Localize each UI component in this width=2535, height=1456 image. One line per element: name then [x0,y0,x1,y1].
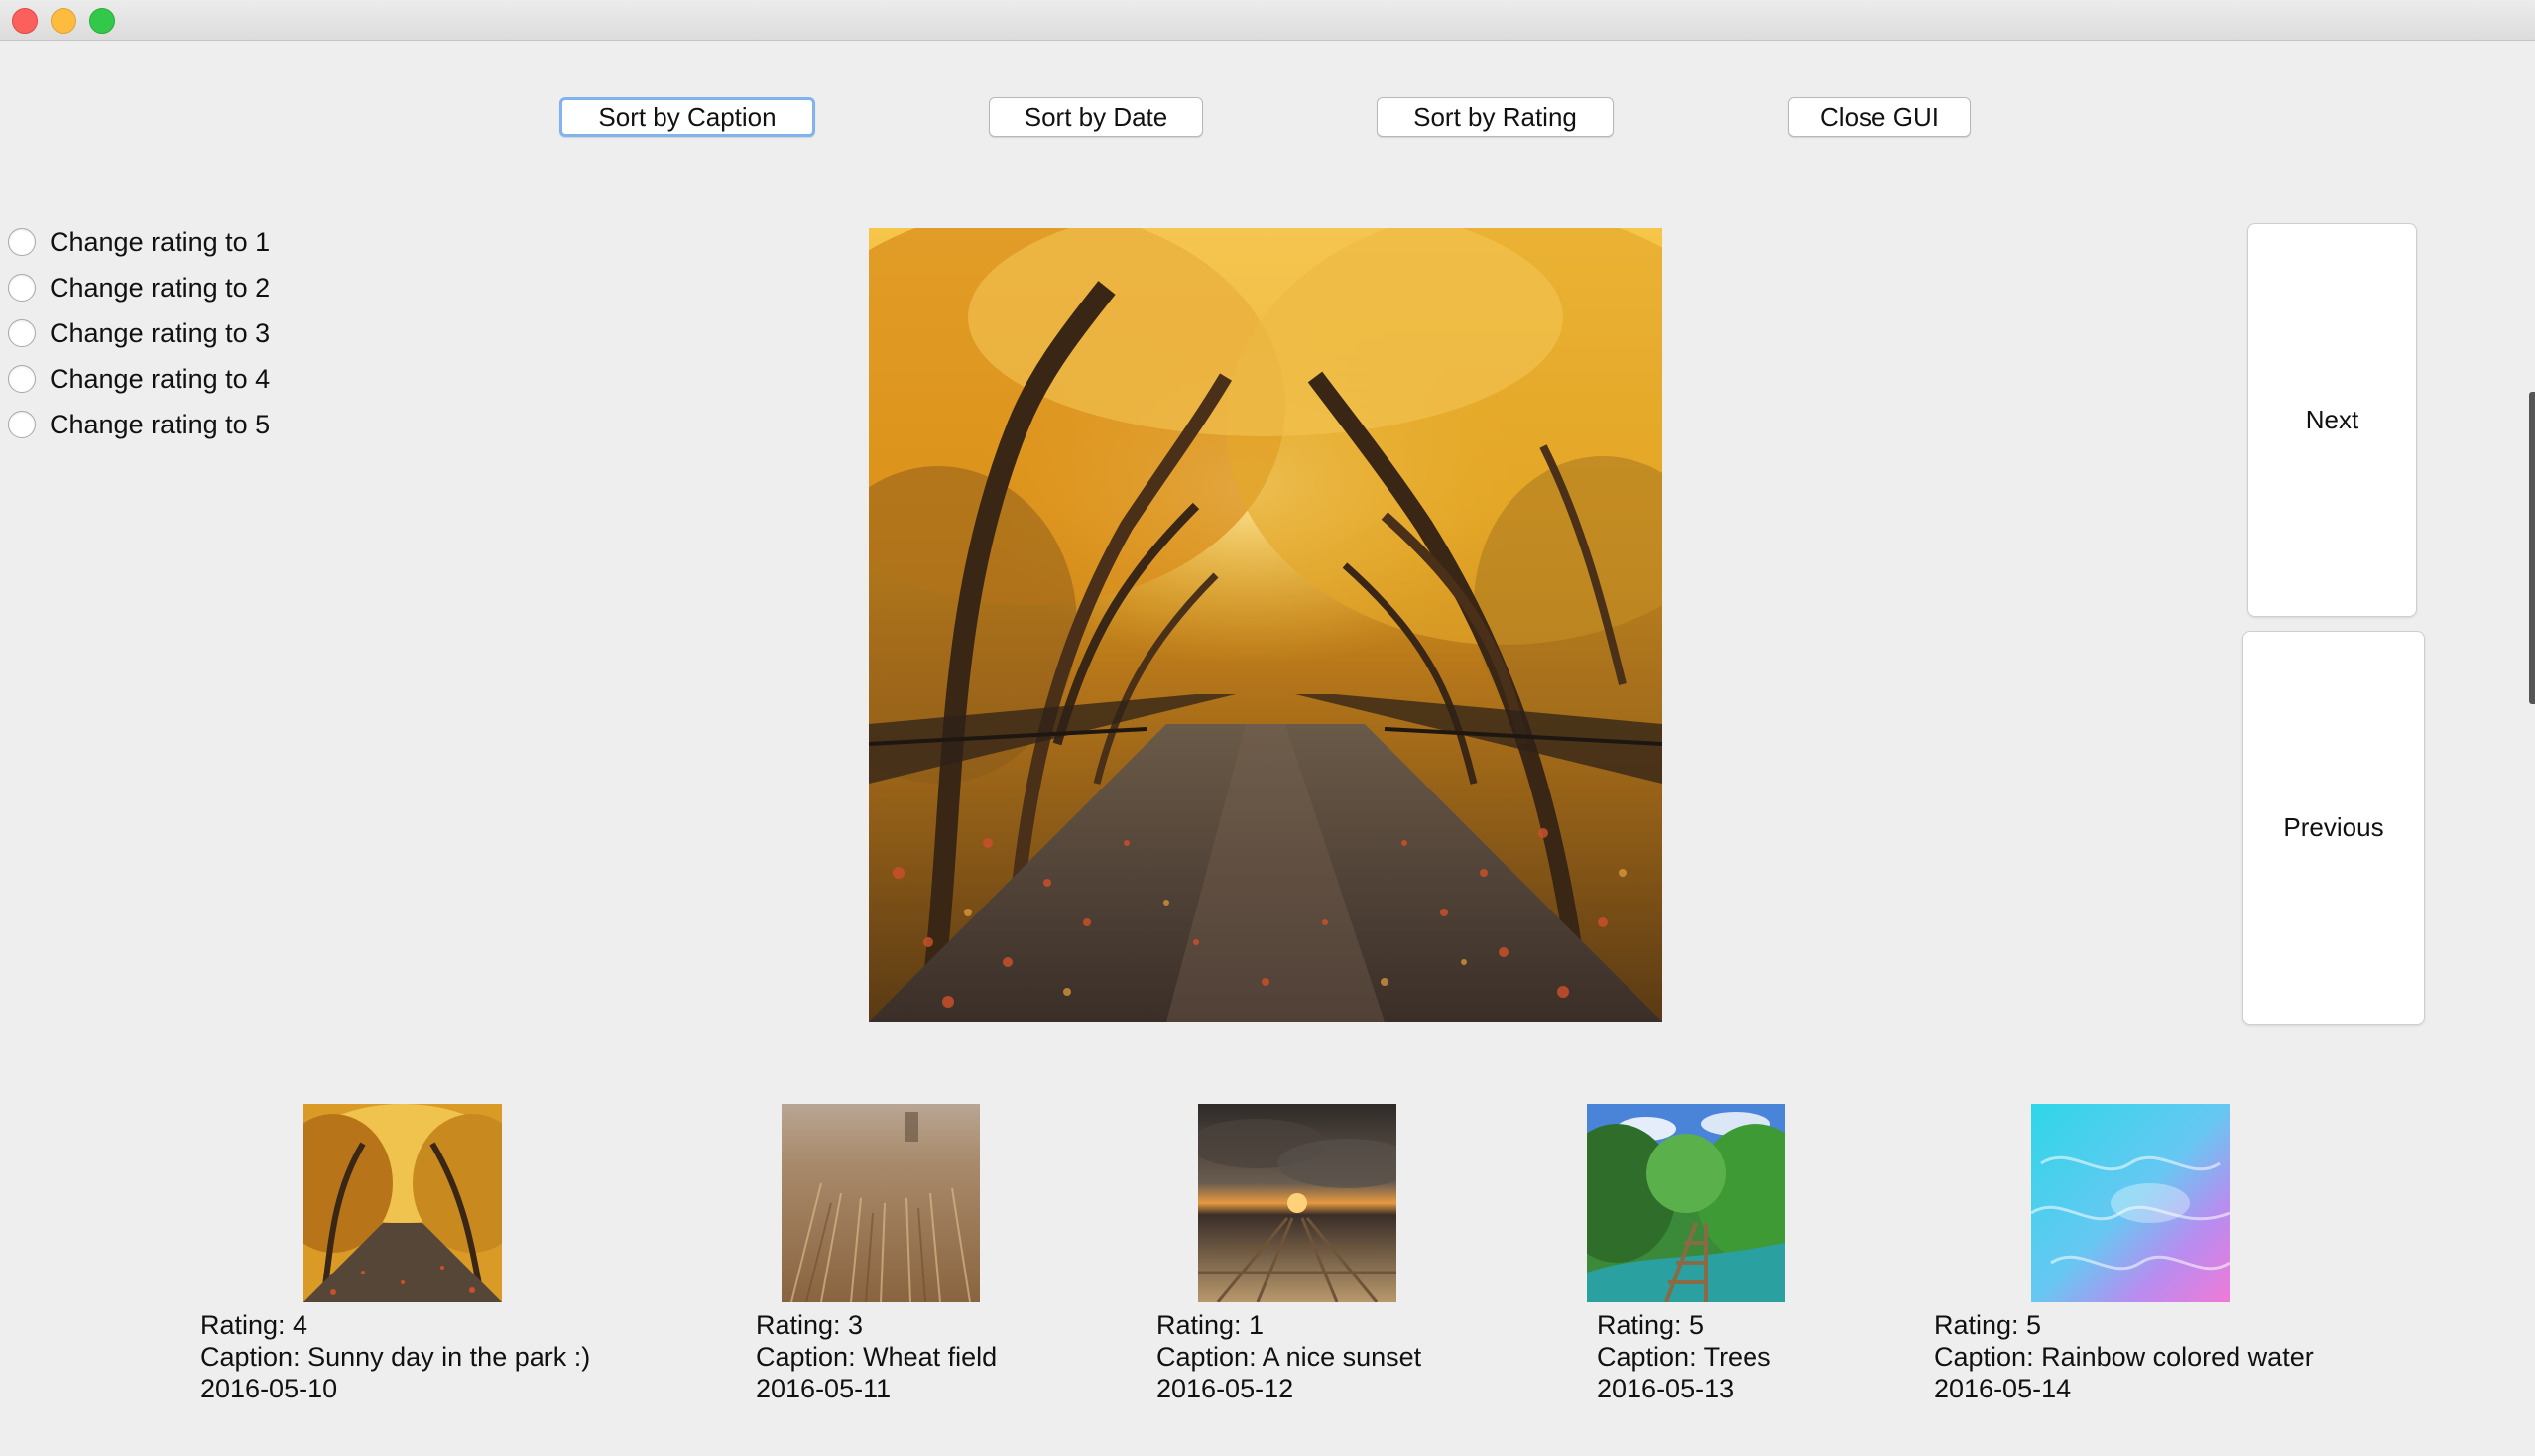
rating-radio-2[interactable]: Change rating to 2 [8,270,270,305]
rating-radio-label: Change rating to 2 [50,272,271,303]
thumbnail-2-info: Rating: 3 Caption: Wheat field 2016-05-1… [756,1309,997,1404]
trees-thumbnail [1587,1104,1785,1302]
maximize-window-icon[interactable] [89,8,115,34]
thumbnail-date: 2016-05-12 [1156,1374,1294,1403]
thumbnail-1[interactable] [303,1104,502,1302]
thumbnail-date: 2016-05-13 [1597,1374,1735,1403]
rating-radio-3[interactable]: Change rating to 3 [8,315,270,351]
thumbnail-caption: Caption: Trees [1597,1342,1771,1372]
rainbow-water-thumbnail [2031,1104,2230,1302]
thumbnail-caption: Caption: A nice sunset [1156,1342,1422,1372]
thumbnail-rating: Rating: 5 [1597,1310,1705,1340]
autumn-park-image [869,228,1662,1022]
rating-radio-1[interactable]: Change rating to 1 [8,224,270,260]
sort-by-date-button[interactable]: Sort by Date [989,97,1203,137]
minimize-window-icon[interactable] [51,8,76,34]
rating-radio-label: Change rating to 4 [50,363,271,394]
app-window: Sort by Caption Sort by Date Sort by Rat… [0,0,2535,1456]
sort-by-caption-button[interactable]: Sort by Caption [559,97,815,137]
radio-circle-icon[interactable] [8,228,36,256]
sort-by-rating-button[interactable]: Sort by Rating [1377,97,1614,137]
thumbnail-4[interactable] [1587,1104,1785,1302]
thumbnail-date: 2016-05-11 [756,1374,892,1403]
thumbnail-date: 2016-05-10 [200,1374,338,1403]
thumbnail-caption: Caption: Sunny day in the park :) [200,1342,591,1372]
thumbnail-2[interactable] [782,1104,980,1302]
thumbnail-5[interactable] [2031,1104,2230,1302]
radio-circle-icon[interactable] [8,274,36,302]
wheat-field-thumbnail [782,1104,980,1302]
title-bar [0,0,2535,41]
autumn-park-thumbnail [303,1104,502,1302]
radio-circle-icon[interactable] [8,411,36,438]
radio-circle-icon[interactable] [8,365,36,393]
main-photo [869,228,1662,1022]
thumbnail-3[interactable] [1198,1104,1396,1302]
rating-radio-4[interactable]: Change rating to 4 [8,361,270,397]
thumbnail-rating: Rating: 3 [756,1310,864,1340]
thumbnail-4-info: Rating: 5 Caption: Trees 2016-05-13 [1597,1309,1771,1404]
thumbnail-3-info: Rating: 1 Caption: A nice sunset 2016-05… [1156,1309,1421,1404]
rating-radio-label: Change rating to 1 [50,226,271,257]
thumbnail-caption: Caption: Rainbow colored water [1934,1342,2314,1372]
window-edge-handle [2529,392,2535,704]
close-gui-button[interactable]: Close GUI [1788,97,1971,137]
previous-button[interactable]: Previous [2242,631,2425,1025]
rating-radio-label: Change rating to 3 [50,317,271,348]
thumbnail-caption: Caption: Wheat field [756,1342,998,1372]
thumbnail-5-info: Rating: 5 Caption: Rainbow colored water… [1934,1309,2314,1404]
thumbnail-date: 2016-05-14 [1934,1374,2072,1403]
rating-radio-label: Change rating to 5 [50,409,271,439]
next-button[interactable]: Next [2247,223,2417,617]
rating-radio-5[interactable]: Change rating to 5 [8,407,270,442]
thumbnail-rating: Rating: 5 [1934,1310,2042,1340]
radio-circle-icon[interactable] [8,319,36,347]
close-window-icon[interactable] [12,8,38,34]
thumbnail-1-info: Rating: 4 Caption: Sunny day in the park… [200,1309,590,1404]
sunset-beach-thumbnail [1198,1104,1396,1302]
thumbnail-rating: Rating: 4 [200,1310,308,1340]
thumbnail-rating: Rating: 1 [1156,1310,1265,1340]
